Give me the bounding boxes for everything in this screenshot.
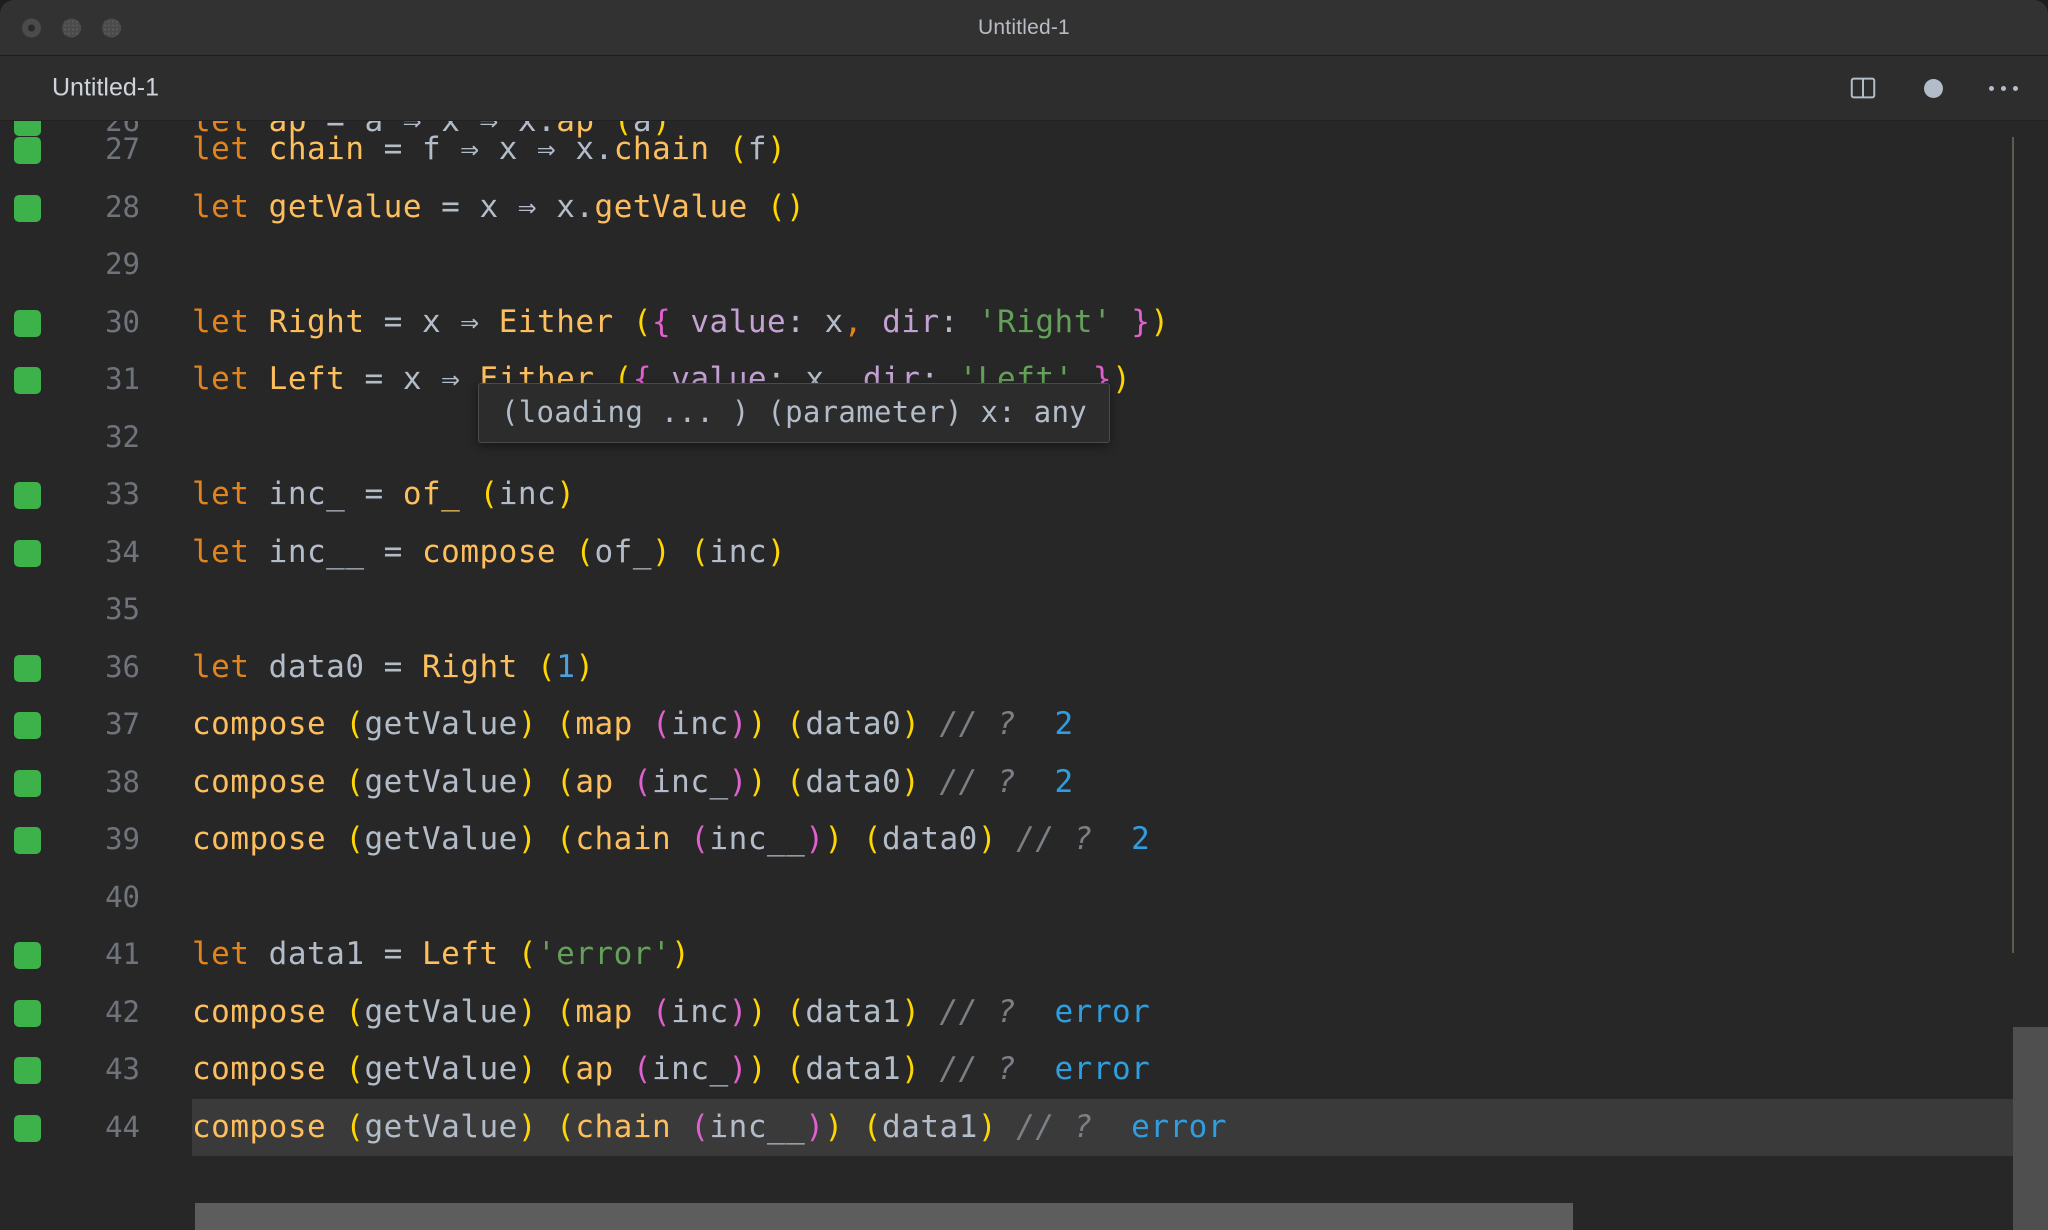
line-number: 42 bbox=[105, 994, 140, 1029]
window-title: Untitled-1 bbox=[978, 15, 1070, 39]
gutter-marker bbox=[14, 769, 41, 797]
line-number: 37 bbox=[105, 707, 140, 741]
line-number: 35 bbox=[105, 592, 140, 626]
gutter-marker bbox=[14, 194, 41, 222]
horizontal-scrollbar[interactable] bbox=[0, 1203, 2048, 1230]
gutter-marker bbox=[14, 827, 41, 854]
code-text: compose (getValue) (chain (inc__)) (data… bbox=[192, 821, 1151, 857]
code-row[interactable]: 36 let data0 = Right (1) bbox=[0, 639, 2048, 697]
overview-ruler-line bbox=[2012, 137, 2014, 953]
line-number: 32 bbox=[105, 419, 140, 454]
line-number: 28 bbox=[105, 189, 140, 224]
editor-tabbar: Untitled-1 bbox=[0, 56, 2048, 121]
gutter-marker bbox=[14, 539, 41, 567]
code-text: let data1 = Left ('error') bbox=[192, 936, 691, 972]
code-row[interactable]: 39 compose (getValue) (chain (inc__)) (d… bbox=[0, 811, 2048, 869]
code-text: let inc__ = compose (of_) (inc) bbox=[192, 533, 787, 570]
gutter-marker bbox=[14, 712, 41, 739]
code-row-current[interactable]: 44 compose (getValue) (chain (inc__)) (d… bbox=[0, 1098, 2048, 1157]
code-row[interactable]: 41 let data1 = Left ('error') bbox=[0, 926, 2048, 984]
code-text: compose (getValue) (ap (inc_)) (data1) /… bbox=[192, 1051, 1151, 1087]
inline-result: 2 bbox=[1131, 821, 1151, 857]
line-number: 33 bbox=[105, 477, 140, 511]
code-row[interactable]: 42 compose (getValue) (map (inc)) (data1… bbox=[0, 984, 2048, 1042]
hover-tooltip: (loading ... ) (parameter) x: any bbox=[478, 383, 1111, 443]
gutter-marker bbox=[14, 1057, 41, 1084]
line-number: 27 bbox=[105, 132, 140, 166]
code-row[interactable]: 34 let inc__ = compose (of_) (inc) bbox=[0, 524, 2048, 582]
gutter-marker bbox=[14, 367, 41, 394]
line-number: 43 bbox=[105, 1052, 140, 1086]
horizontal-scrollbar-thumb[interactable] bbox=[195, 1203, 1573, 1230]
inline-result: error bbox=[1054, 1051, 1151, 1087]
code-row[interactable]: 35 bbox=[0, 581, 2048, 639]
code-text: compose (getValue) (map (inc)) (data0) /… bbox=[192, 706, 1074, 742]
line-number: 44 bbox=[105, 1109, 140, 1144]
code-text: let chain = f ⇒ x ⇒ x.chain (f) bbox=[192, 131, 787, 167]
gutter-marker bbox=[14, 1114, 41, 1142]
split-editor-icon[interactable] bbox=[1846, 71, 1880, 105]
line-number: 40 bbox=[105, 879, 140, 914]
tabbar-actions bbox=[1846, 71, 2020, 105]
inline-result: 2 bbox=[1054, 763, 1074, 800]
code-text: let data0 = Right (1) bbox=[192, 648, 595, 685]
editor-window: Untitled-1 Untitled-1 26 let ap = a ⇒ x … bbox=[0, 0, 2048, 1230]
line-number: 39 bbox=[105, 822, 140, 856]
gutter-marker bbox=[14, 482, 41, 509]
code-lines: 27 let chain = f ⇒ x ⇒ x.chain (f) 28 le… bbox=[0, 121, 2048, 1156]
line-number: 31 bbox=[105, 362, 140, 396]
code-text: compose (getValue) (map (inc)) (data1) /… bbox=[192, 993, 1151, 1030]
line-number: 38 bbox=[105, 764, 140, 799]
unsaved-dot-icon[interactable] bbox=[1916, 71, 1950, 105]
code-text: let inc_ = of_ (inc) bbox=[192, 476, 576, 512]
code-text: let getValue = x ⇒ x.getValue () bbox=[192, 188, 806, 225]
gutter-marker bbox=[14, 654, 41, 682]
code-row[interactable]: 28 let getValue = x ⇒ x.getValue () bbox=[0, 179, 2048, 237]
inline-result: error bbox=[1131, 1108, 1227, 1145]
line-number: 41 bbox=[105, 937, 140, 971]
tab-untitled-1[interactable]: Untitled-1 bbox=[52, 74, 159, 103]
code-text: compose (getValue) (ap (inc_)) (data0) /… bbox=[192, 763, 1074, 800]
code-text: let Right = x ⇒ Either ({ value: x, dir:… bbox=[192, 303, 1170, 340]
more-actions-icon[interactable] bbox=[1986, 71, 2020, 105]
gutter-marker bbox=[14, 942, 41, 969]
code-row[interactable]: 37 compose (getValue) (map (inc)) (data0… bbox=[0, 696, 2048, 754]
line-number: 34 bbox=[105, 534, 140, 569]
code-editor[interactable]: 26 let ap = a ⇒ x ⇒ x.ap (a) 27 let chai… bbox=[0, 121, 2048, 1230]
code-row[interactable]: 30 let Right = x ⇒ Either ({ value: x, d… bbox=[0, 294, 2048, 352]
code-row[interactable]: 29 bbox=[0, 236, 2048, 294]
code-row[interactable]: 38 compose (getValue) (ap (inc_)) (data0… bbox=[0, 754, 2048, 812]
code-row[interactable]: 33 let inc_ = of_ (inc) bbox=[0, 466, 2048, 524]
gutter-marker bbox=[14, 137, 41, 164]
line-number: 29 bbox=[105, 247, 140, 281]
vertical-scrollbar-thumb[interactable] bbox=[2013, 1027, 2048, 1230]
gutter-marker bbox=[14, 309, 41, 337]
code-text: compose (getValue) (chain (inc__)) (data… bbox=[192, 1108, 1227, 1145]
gutter-marker bbox=[14, 999, 41, 1027]
line-number: 36 bbox=[105, 649, 140, 684]
inline-result: error bbox=[1054, 993, 1151, 1030]
window-titlebar: Untitled-1 bbox=[0, 0, 2048, 56]
code-row[interactable]: 43 compose (getValue) (ap (inc_)) (data1… bbox=[0, 1041, 2048, 1099]
line-number: 30 bbox=[105, 304, 140, 339]
code-row[interactable]: 40 bbox=[0, 869, 2048, 927]
inline-result: 2 bbox=[1054, 706, 1074, 742]
